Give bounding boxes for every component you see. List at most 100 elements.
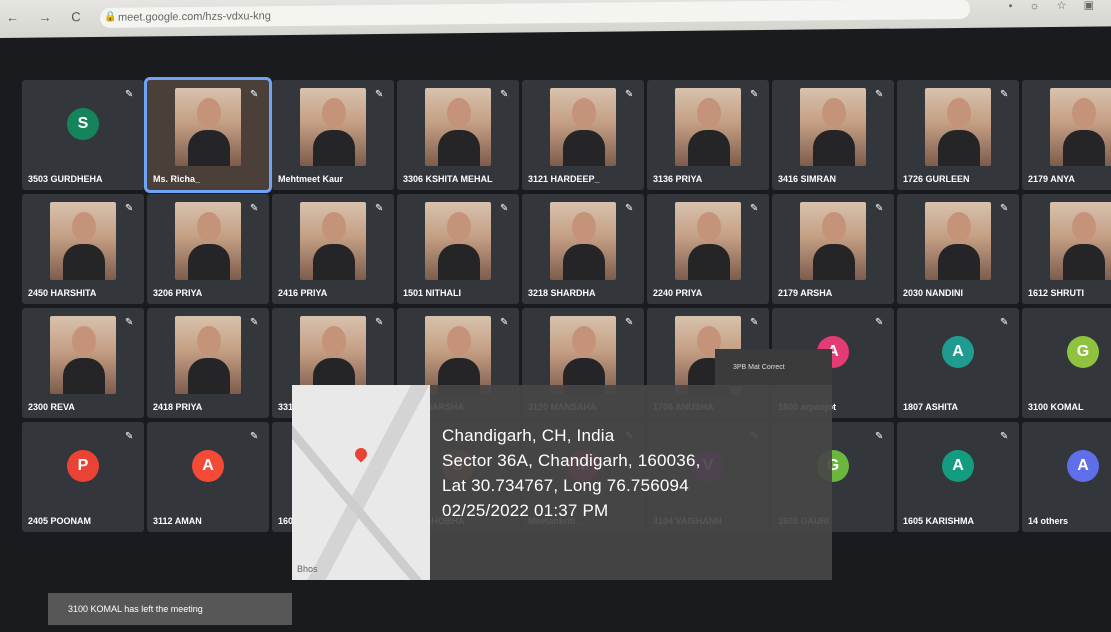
microphone-icon[interactable]: ✎ <box>500 89 510 101</box>
participant-tile[interactable]: ✎ Mehtmeet Kaur <box>272 80 394 190</box>
participant-video <box>1050 202 1111 280</box>
participant-tile[interactable]: ✎ 2179 ARSHA <box>772 194 894 304</box>
participant-tile[interactable]: ✎ Ms. Richa_ <box>144 77 272 193</box>
participant-tile[interactable]: G✎3100 KOMAL <box>1022 308 1111 418</box>
participant-tile[interactable]: ✎ 2300 REVA <box>22 308 144 418</box>
microphone-icon[interactable]: ✎ <box>125 431 135 443</box>
participant-video <box>175 88 241 166</box>
location-address: Sector 36A, Chandigarh, 160036, <box>442 451 701 470</box>
microphone-icon[interactable]: ✎ <box>625 89 635 101</box>
extension-icons[interactable]: • ☼ ☆ ▣ <box>1009 0 1101 12</box>
participant-name: 1501 NITHALI <box>403 288 462 298</box>
participant-tile[interactable]: ✎ 3206 PRIYA <box>147 194 269 304</box>
microphone-icon[interactable]: ✎ <box>875 89 885 101</box>
participant-avatar: G <box>1067 336 1099 368</box>
participant-name: 2179 ARSHA <box>778 288 833 298</box>
participant-tile[interactable]: A ✎ 1807 ASHITA <box>897 308 1019 418</box>
location-pin-icon <box>352 445 370 463</box>
participant-name: 1612 SHRUTI <box>1028 288 1085 298</box>
microphone-icon[interactable]: ✎ <box>250 431 260 443</box>
microphone-icon[interactable]: ✎ <box>375 317 385 329</box>
participant-tile[interactable]: ✎ 2418 PRIYA <box>147 308 269 418</box>
participant-video <box>300 88 366 166</box>
microphone-icon[interactable]: ✎ <box>1000 431 1010 443</box>
participant-avatar: A <box>942 336 974 368</box>
participant-video <box>425 88 491 166</box>
microphone-icon[interactable]: ✎ <box>1000 203 1010 215</box>
participant-tile[interactable]: ✎2179 ANYA <box>1022 80 1111 190</box>
participant-name: 2418 PRIYA <box>153 402 203 412</box>
participant-tile[interactable]: ✎ 2416 PRIYA <box>272 194 394 304</box>
participant-avatar: P <box>67 450 99 482</box>
participant-video <box>550 202 616 280</box>
participant-video <box>50 202 116 280</box>
participant-name: 2450 HARSHITA <box>28 288 97 298</box>
microphone-icon[interactable]: ✎ <box>750 203 760 215</box>
browser-toolbar: ← → C 🔒 meet.google.com/hzs-vdxu-kng • ☼… <box>0 0 1111 38</box>
participant-tile[interactable]: ✎ 1501 NITHALI <box>397 194 519 304</box>
microphone-icon[interactable]: ✎ <box>500 317 510 329</box>
map-caption: Bhos <box>297 564 318 574</box>
participant-tile[interactable]: P ✎ 2405 POONAM <box>22 422 144 532</box>
participant-name: 3136 PRIYA <box>653 174 703 184</box>
popup-text: 3PB Mat Correct <box>733 364 785 371</box>
microphone-icon[interactable]: ✎ <box>875 317 885 329</box>
participant-name: 3503 GURDHEHA <box>28 174 103 184</box>
location-card: Bhos Chandigarh, CH, India Sector 36A, C… <box>292 385 832 580</box>
microphone-icon[interactable]: ✎ <box>1000 317 1010 329</box>
participant-video <box>925 88 991 166</box>
microphone-icon[interactable]: ✎ <box>250 89 260 101</box>
microphone-icon[interactable]: ✎ <box>125 203 135 215</box>
participant-tile[interactable]: ✎ 3136 PRIYA <box>647 80 769 190</box>
participant-name: 3416 SIMRAN <box>778 174 837 184</box>
address-bar[interactable]: 🔒 meet.google.com/hzs-vdxu-kng <box>100 0 970 28</box>
participant-tile[interactable]: S ✎ 3503 GURDHEHA <box>22 80 144 190</box>
microphone-icon[interactable]: ✎ <box>125 89 135 101</box>
map-thumbnail: Bhos <box>292 385 430 580</box>
participant-tile[interactable]: A ✎ 1605 KARISHMA <box>897 422 1019 532</box>
participant-tile[interactable]: A ✎ 3112 AMAN <box>147 422 269 532</box>
participant-tile[interactable]: ✎ 2240 PRIYA <box>647 194 769 304</box>
participant-tile[interactable]: A✎14 others <box>1022 422 1111 532</box>
microphone-icon[interactable]: ✎ <box>125 317 135 329</box>
participant-video <box>550 88 616 166</box>
participant-name: 3112 AMAN <box>153 516 202 526</box>
participant-name: 2416 PRIYA <box>278 288 328 298</box>
participant-name: 3306 KSHITA MEHAL <box>403 174 493 184</box>
participant-tile[interactable]: ✎ 3121 HARDEEP_ <box>522 80 644 190</box>
participant-name: 2405 POONAM <box>28 516 92 526</box>
microphone-icon[interactable]: ✎ <box>875 203 885 215</box>
participant-video <box>300 316 366 394</box>
microphone-icon[interactable]: ✎ <box>625 317 635 329</box>
participant-tile[interactable]: ✎ 3306 KSHITA MEHAL <box>397 80 519 190</box>
participant-tile[interactable]: ✎1612 SHRUTI <box>1022 194 1111 304</box>
participant-video <box>425 202 491 280</box>
microphone-icon[interactable]: ✎ <box>875 431 885 443</box>
participant-name: 1605 KARISHMA <box>903 516 975 526</box>
participant-tile[interactable]: ✎ 1726 GURLEEN <box>897 80 1019 190</box>
microphone-icon[interactable]: ✎ <box>375 89 385 101</box>
participant-name: 3206 PRIYA <box>153 288 203 298</box>
location-city: Chandigarh, CH, India <box>442 426 615 445</box>
microphone-icon[interactable]: ✎ <box>625 203 635 215</box>
navigation-icons[interactable]: ← → C <box>6 9 89 25</box>
microphone-icon[interactable]: ✎ <box>250 317 260 329</box>
participant-name: 2300 REVA <box>28 402 75 412</box>
microphone-icon[interactable]: ✎ <box>500 203 510 215</box>
participant-tile[interactable]: ✎ 2450 HARSHITA <box>22 194 144 304</box>
participant-video <box>50 316 116 394</box>
microphone-icon[interactable]: ✎ <box>250 203 260 215</box>
participant-name: 1807 ASHITA <box>903 402 959 412</box>
participant-name: 2240 PRIYA <box>653 288 703 298</box>
participant-video <box>175 202 241 280</box>
participant-tile[interactable]: ✎ 2030 NANDINI <box>897 194 1019 304</box>
microphone-icon[interactable]: ✎ <box>750 317 760 329</box>
microphone-icon[interactable]: ✎ <box>375 203 385 215</box>
location-timestamp: 02/25/2022 01:37 PM <box>442 501 609 520</box>
participant-video <box>675 202 741 280</box>
participant-name: 2179 ANYA <box>1028 174 1075 184</box>
microphone-icon[interactable]: ✎ <box>1000 89 1010 101</box>
participant-tile[interactable]: ✎ 3218 SHARDHA <box>522 194 644 304</box>
participant-tile[interactable]: ✎ 3416 SIMRAN <box>772 80 894 190</box>
microphone-icon[interactable]: ✎ <box>750 89 760 101</box>
